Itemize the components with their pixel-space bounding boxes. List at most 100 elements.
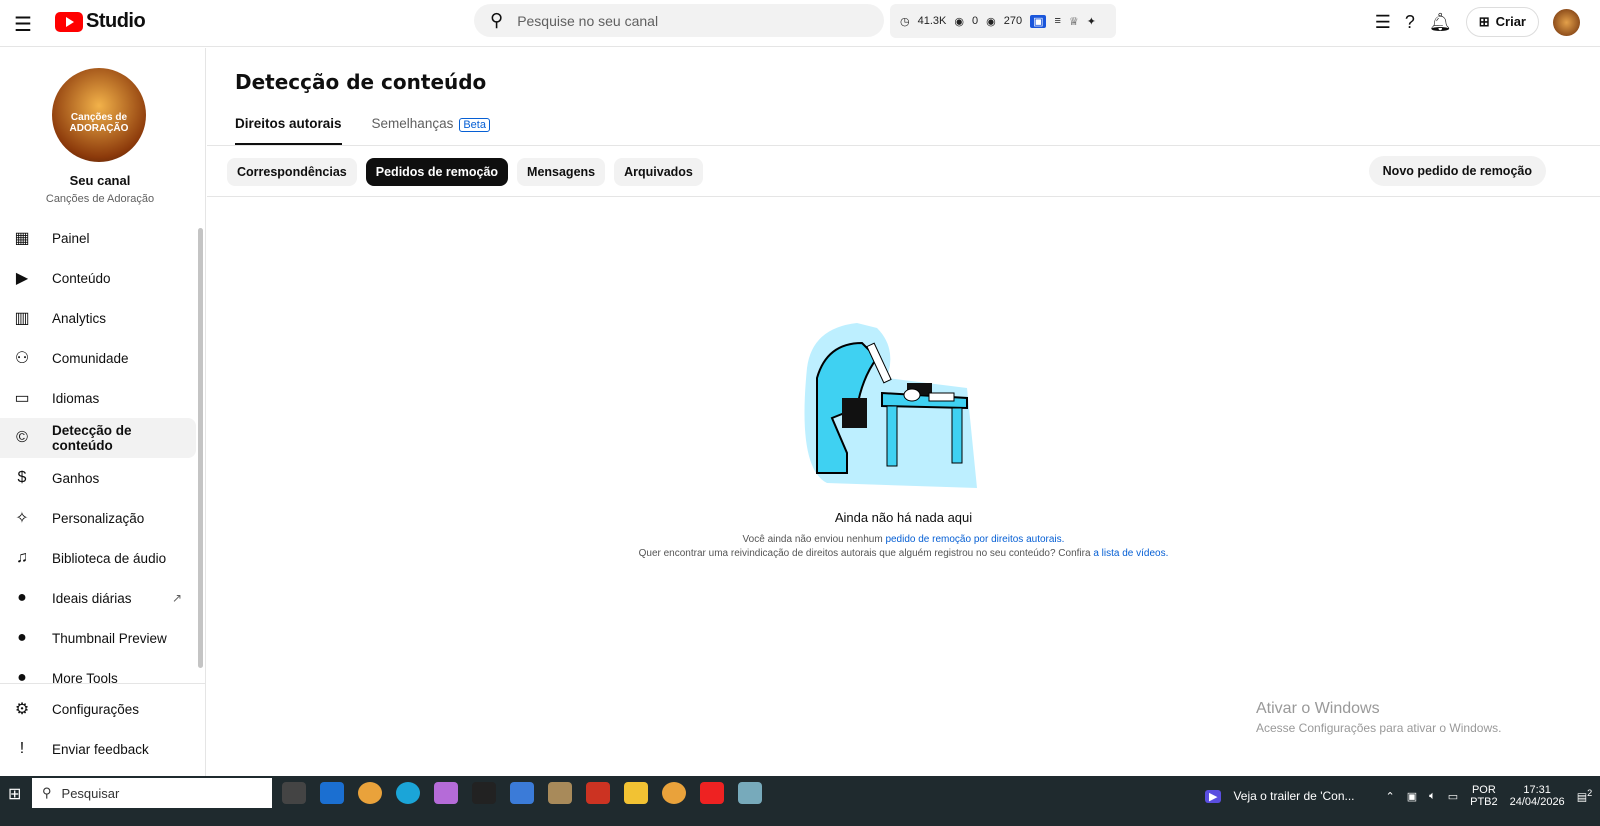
capcut-icon[interactable] bbox=[472, 782, 496, 804]
news-widget[interactable]: Veja o trailer de 'Con... bbox=[1233, 789, 1373, 803]
sidebar-item-conte-do[interactable]: ▶ Conteúdo bbox=[0, 258, 196, 298]
sidebar-icon: ⚙ bbox=[14, 701, 30, 718]
top-bar: ☰ Studio ⚲ Pesquise no seu canal ◷ 41.3K ◉… bbox=[0, 0, 1600, 47]
tab-likeness-label: Semelhanças bbox=[371, 116, 454, 131]
chip-removal-requests[interactable]: Pedidos de remoção bbox=[365, 158, 509, 186]
notification-count: 2 bbox=[1587, 788, 1593, 799]
windows-watermark: Ativar o Windows Acesse Configurações par… bbox=[1256, 700, 1501, 735]
help-icon[interactable]: ? bbox=[1405, 12, 1415, 33]
store-icon[interactable] bbox=[510, 782, 534, 804]
outlook-icon[interactable] bbox=[320, 782, 344, 804]
video-plus-icon: ⊞ bbox=[1478, 14, 1490, 29]
taskbar-search[interactable]: ⚲ Pesquisar bbox=[32, 778, 272, 808]
sidebar-icon: ✧ bbox=[15, 510, 29, 527]
sidebar-item-label: Enviar feedback bbox=[52, 741, 149, 757]
empty-line1: Você ainda não enviou nenhum bbox=[742, 534, 886, 545]
sidebar-icon: © bbox=[16, 429, 28, 446]
sidebar-item-thumbnail-preview[interactable]: ● Thumbnail Preview bbox=[0, 618, 196, 658]
chevron-up-icon[interactable]: ⌃ bbox=[1385, 790, 1394, 803]
brand-text: Studio bbox=[86, 10, 146, 32]
removal-request-link[interactable]: pedido de remoção por direitos autorais. bbox=[885, 534, 1064, 545]
clock[interactable]: 17:31 24/04/2026 bbox=[1510, 784, 1565, 808]
sidebar-item-ideais-di-rias[interactable]: ● Ideais diárias ↗ bbox=[0, 578, 196, 618]
eye-icon: ◉ bbox=[986, 15, 996, 28]
time: 17:31 bbox=[1523, 784, 1551, 796]
network-icon[interactable]: ▭ bbox=[1448, 790, 1458, 803]
sidebar-icon: $ bbox=[17, 469, 27, 486]
sidebar-item-detec-o-de-conte-do[interactable]: © Detecção de conteúdo bbox=[0, 418, 196, 458]
layout: PTB2 bbox=[1470, 796, 1498, 808]
language-indicator[interactable]: POR PTB2 bbox=[1470, 784, 1498, 808]
sidebar-item-enviar-feedback[interactable]: ! Enviar feedback bbox=[0, 729, 206, 769]
stats-bar[interactable]: ◷ 41.3K ◉ 0 ◉ 270 ▣ ≡ ♕ ✦ bbox=[890, 4, 1116, 38]
watermark-sub: Acesse Configurações para ativar o Windo… bbox=[1256, 721, 1502, 735]
sidebar-icon: ▶ bbox=[15, 270, 29, 287]
sidebar-icon: ▭ bbox=[14, 390, 30, 407]
task-view-icon[interactable] bbox=[282, 782, 306, 804]
sidebar-icon: ! bbox=[19, 740, 25, 757]
sparkle-icon[interactable]: ✦ bbox=[1087, 15, 1096, 28]
sidebar-icon: ▦ bbox=[14, 230, 30, 247]
studio-logo[interactable]: Studio bbox=[55, 10, 146, 33]
create-button[interactable]: ⊞ Criar bbox=[1465, 7, 1539, 37]
page-title: Detecção de conteúdo bbox=[235, 70, 487, 94]
edge-icon[interactable] bbox=[396, 782, 420, 804]
sidebar-item-label: Painel bbox=[52, 230, 90, 246]
search-icon: ⚲ bbox=[490, 10, 504, 30]
video-icon: ▶ bbox=[1205, 789, 1222, 803]
game-icon[interactable] bbox=[548, 782, 572, 804]
date: 24/04/2026 bbox=[1509, 796, 1565, 808]
list-icon[interactable]: ≡ bbox=[1054, 15, 1060, 27]
taskbar: ⊞ ⚲ Pesquisar ▶ Veja o trailer de 'Con...… bbox=[0, 776, 1600, 826]
meet-icon[interactable]: ▣ bbox=[1407, 790, 1417, 803]
empty-description: Você ainda não enviou nenhum pedido de r… bbox=[207, 533, 1600, 561]
trophy-icon[interactable]: ♕ bbox=[1069, 15, 1079, 28]
sidebar-item-ganhos[interactable]: $ Ganhos bbox=[0, 458, 196, 498]
new-removal-request-button[interactable]: Novo pedido de remoção bbox=[1368, 156, 1546, 186]
sidebar-item-biblioteca-de-udio[interactable]: ♫ Biblioteca de áudio bbox=[0, 538, 196, 578]
app-icon[interactable] bbox=[738, 782, 762, 804]
sidebar-item-comunidade[interactable]: ⚇ Comunidade bbox=[0, 338, 196, 378]
feedback-icon[interactable]: ☰ bbox=[1375, 12, 1391, 33]
channel-avatar[interactable]: Canções de ADORAÇÃO bbox=[52, 68, 146, 162]
bell-icon[interactable]: 🔔︎ bbox=[1429, 12, 1452, 33]
sidebar-item-analytics[interactable]: ▥ Analytics bbox=[0, 298, 196, 338]
beta-badge: Beta bbox=[459, 118, 490, 132]
app-icon[interactable] bbox=[586, 782, 610, 804]
empty-title: Ainda não há nada aqui bbox=[834, 510, 973, 525]
sidebar-item-idiomas[interactable]: ▭ Idiomas bbox=[0, 378, 196, 418]
empty-state-illustration bbox=[804, 323, 977, 488]
chip-messages[interactable]: Mensagens bbox=[517, 158, 606, 186]
sidebar-item-label: Analytics bbox=[52, 310, 107, 326]
taskbar-search-label: Pesquisar bbox=[61, 785, 120, 801]
create-label: Criar bbox=[1495, 14, 1526, 29]
chrome-icon[interactable] bbox=[358, 782, 382, 804]
folder-icon[interactable] bbox=[624, 782, 648, 804]
sidebar-item-label: Configurações bbox=[52, 701, 140, 717]
tab-likeness[interactable]: Semelhanças Beta bbox=[372, 116, 490, 145]
menu-icon[interactable]: ☰ bbox=[14, 12, 32, 37]
extension-icon[interactable]: ▣ bbox=[1030, 14, 1047, 28]
copilot-icon[interactable] bbox=[434, 782, 458, 804]
avatar[interactable] bbox=[1553, 8, 1580, 36]
video-list-link[interactable]: a lista de vídeos. bbox=[1093, 548, 1168, 559]
search-input[interactable]: ⚲ Pesquise no seu canal bbox=[474, 4, 884, 37]
sidebar-item-painel[interactable]: ▦ Painel bbox=[0, 218, 196, 258]
sidebar-icon: ● bbox=[17, 629, 27, 646]
chip-matches[interactable]: Correspondências bbox=[227, 158, 357, 186]
tab-copyright[interactable]: Direitos autorais bbox=[235, 116, 342, 145]
sidebar-item-configura-es[interactable]: ⚙ Configurações bbox=[0, 689, 206, 729]
sidebar-item-label: Personalização bbox=[52, 510, 145, 526]
watermark-title: Ativar o Windows bbox=[1256, 700, 1380, 717]
notification-icon[interactable]: ▤2 bbox=[1577, 788, 1593, 804]
eye-icon: ◉ bbox=[954, 15, 964, 28]
divider bbox=[207, 145, 1600, 146]
empty-line2: Quer encontrar uma reivindicação de dire… bbox=[638, 548, 1094, 559]
notes-icon[interactable] bbox=[700, 782, 724, 804]
chip-archived[interactable]: Arquivados bbox=[614, 158, 703, 186]
windows-start-icon[interactable]: ⊞ bbox=[8, 784, 21, 804]
chrome-icon[interactable] bbox=[662, 782, 686, 804]
volume-icon[interactable]: 🔈︎ bbox=[1429, 790, 1436, 803]
sidebar-item-personaliza-o[interactable]: ✧ Personalização bbox=[0, 498, 196, 538]
sidebar-scrollbar[interactable] bbox=[198, 228, 203, 668]
